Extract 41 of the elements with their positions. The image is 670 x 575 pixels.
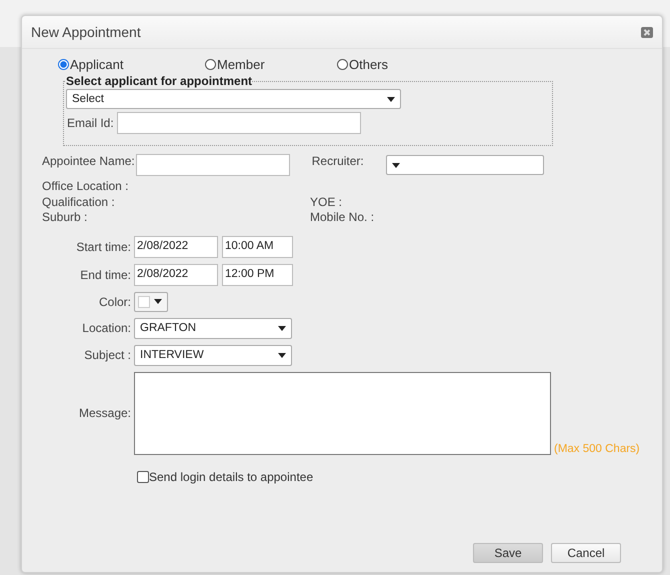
time-field[interactable]: 12:00 PM bbox=[222, 264, 293, 286]
dropdown-field[interactable]: GRAFTON bbox=[134, 318, 292, 338]
checkbox-option[interactable]: Send login details to appointee bbox=[137, 470, 314, 484]
email-field[interactable] bbox=[116, 112, 361, 134]
save-button[interactable]: Save bbox=[473, 543, 543, 563]
caret-icon bbox=[154, 299, 162, 304]
info-label: Mobile No. : bbox=[310, 210, 374, 224]
window-title: New Appointment bbox=[31, 24, 141, 40]
caret-icon bbox=[278, 352, 286, 358]
caret-icon bbox=[392, 162, 400, 168]
info-label: YOE : bbox=[310, 194, 342, 208]
char-limit-hint: (Max 500 Chars) bbox=[554, 442, 640, 454]
date-field[interactable]: 2/08/2022 bbox=[134, 236, 218, 258]
dropdown-field[interactable]: INTERVIEW bbox=[134, 344, 292, 366]
info-label: Qualification : bbox=[42, 194, 115, 208]
applicant-select[interactable]: Select bbox=[66, 89, 401, 109]
color-picker[interactable] bbox=[134, 292, 168, 312]
field-label: End time: bbox=[79, 268, 131, 282]
close-icon[interactable] bbox=[641, 26, 653, 38]
radio-option[interactable]: Member bbox=[205, 56, 337, 72]
field-label: Email Id: bbox=[67, 116, 114, 130]
info-label: Office Location : bbox=[42, 179, 128, 193]
group-legend: Select applicant for appointment bbox=[66, 74, 252, 88]
name-field[interactable] bbox=[136, 154, 290, 176]
date-field[interactable]: 2/08/2022 bbox=[134, 264, 218, 286]
field-label: Recruiter: bbox=[312, 154, 365, 168]
field-label: Subject : bbox=[83, 348, 131, 362]
radio-option[interactable]: Others bbox=[337, 56, 388, 72]
caret-icon bbox=[387, 96, 395, 102]
radio-option[interactable]: Applicant bbox=[58, 56, 205, 72]
recruiter-select[interactable] bbox=[386, 155, 544, 175]
caret-icon bbox=[278, 326, 286, 330]
info-label: Suburb : bbox=[42, 210, 88, 224]
time-field[interactable]: 10:00 AM bbox=[222, 236, 293, 258]
field-label: Location: bbox=[81, 321, 131, 335]
message-field[interactable] bbox=[134, 372, 551, 454]
field-label: Appointee Name: bbox=[42, 154, 135, 168]
field-label: Color: bbox=[98, 294, 131, 308]
cancel-button[interactable]: Cancel bbox=[551, 543, 621, 563]
field-label: Start time: bbox=[75, 240, 131, 254]
field-label: Message: bbox=[78, 406, 131, 420]
